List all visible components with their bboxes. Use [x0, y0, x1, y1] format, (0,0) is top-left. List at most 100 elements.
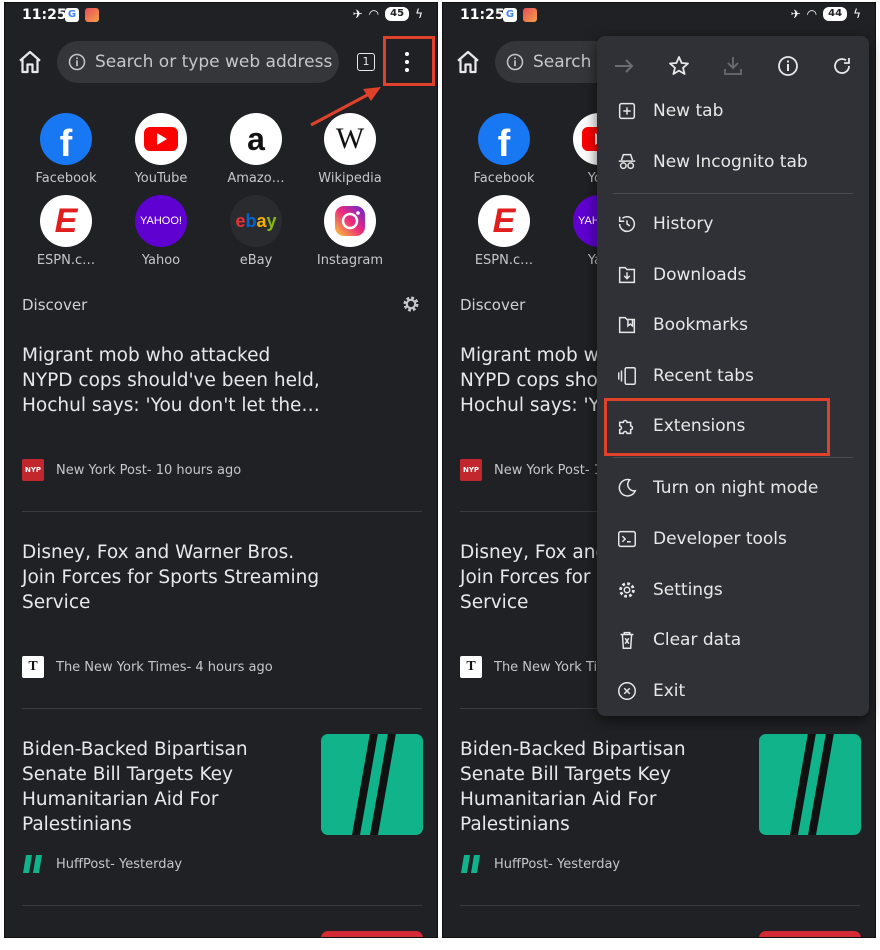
- discover-settings-icon[interactable]: [401, 294, 421, 314]
- facebook-icon: f: [40, 113, 92, 165]
- app-notification-icon: [85, 8, 99, 22]
- shortcut-label: Facebook: [35, 171, 97, 186]
- browser-screen-left: 11:25 G ✈ ◠ 45 ϟ Search or type web addr…: [4, 2, 438, 938]
- menu-item-new-tab[interactable]: New tab: [597, 89, 869, 133]
- shortcut-label: Instagram: [316, 253, 384, 268]
- extensions-highlight-box: [604, 398, 830, 456]
- star-icon[interactable]: [667, 54, 691, 78]
- espn-icon: E: [478, 195, 530, 247]
- article-headline: Biden-Backed Bipartisan Senate Bill Targ…: [460, 739, 686, 835]
- downloads-icon: [618, 266, 636, 284]
- menu-item-label: Downloads: [653, 265, 747, 285]
- history-icon: [618, 215, 635, 233]
- charging-icon: ϟ: [415, 7, 423, 21]
- battery-icon: 44: [823, 7, 848, 21]
- menu-divider: [613, 193, 853, 194]
- info-icon: [506, 53, 524, 71]
- menu-item-clear-data[interactable]: Clear data: [597, 618, 869, 662]
- wifi-icon: ◠: [806, 7, 818, 21]
- reload-icon[interactable]: [830, 54, 854, 78]
- next-article-thumbnail[interactable]: [321, 931, 423, 937]
- exit-icon: [618, 682, 636, 700]
- wifi-icon: ◠: [368, 7, 380, 21]
- app-notification-icon: [523, 8, 537, 22]
- shortcut-facebook[interactable]: f Facebook: [459, 113, 549, 186]
- menu-item-history[interactable]: History: [597, 202, 869, 246]
- incognito-icon: [618, 153, 636, 170]
- article-time: - 10 hours ago: [146, 462, 242, 478]
- menu-item-label: Developer tools: [653, 529, 787, 549]
- recent-tabs-icon: [618, 367, 636, 385]
- new-york-post-icon: NYP: [460, 459, 482, 481]
- shortcut-label: Amazo…: [227, 171, 285, 186]
- menu-action-bar: [597, 44, 869, 90]
- google-notification-icon: G: [503, 8, 517, 22]
- info-icon: [68, 53, 86, 71]
- info-icon[interactable]: [776, 54, 800, 78]
- article-card[interactable]: Disney, Fox and Warner Bros. Join Forces…: [22, 540, 422, 615]
- shortcut-youtube[interactable]: YouTube: [116, 113, 206, 186]
- article-time: - Yesterday: [110, 856, 183, 872]
- download-icon[interactable]: [721, 54, 745, 78]
- tab-switcher-button[interactable]: 1: [357, 53, 375, 71]
- menu-item-label: Clear data: [653, 630, 742, 650]
- menu-item-settings[interactable]: Settings: [597, 568, 869, 612]
- article-thumbnail[interactable]: [321, 734, 423, 835]
- article-headline: Biden-Backed Bipartisan Senate Bill Targ…: [22, 739, 248, 835]
- article-source: HuffPost: [494, 856, 549, 872]
- status-bar: 11:25 G ✈ ◠ 44 ϟ: [443, 3, 875, 29]
- menu-item-developer-tools[interactable]: Developer tools: [597, 517, 869, 561]
- shortcut-instagram[interactable]: Instagram: [305, 195, 395, 268]
- article-headline: Migrant mob who attacked NYPD cops shoul…: [22, 345, 320, 416]
- search-input[interactable]: Search or type web address: [57, 41, 339, 83]
- menu-item-new-incognito-tab[interactable]: New Incognito tab: [597, 140, 869, 184]
- article-source: The New York Times: [56, 659, 187, 675]
- yahoo-icon: YAHOO!: [135, 195, 187, 247]
- divider: [22, 511, 422, 512]
- menu-item-bookmarks[interactable]: Bookmarks: [597, 303, 869, 347]
- status-time: 11:25: [460, 7, 505, 23]
- article-time: - 4 hours ago: [186, 659, 273, 675]
- article-headline: Disney, Fox and Warner Bros. Join Forces…: [22, 542, 320, 613]
- ebay-icon: ebay: [230, 195, 282, 247]
- shortcut-espn[interactable]: E ESPN.c…: [21, 195, 111, 268]
- menu-item-label: Bookmarks: [653, 315, 748, 335]
- menu-item-night-mode[interactable]: Turn on night mode: [597, 466, 869, 510]
- menu-highlight-box: [383, 36, 435, 86]
- status-icons: ✈ ◠ 45 ϟ: [353, 7, 423, 21]
- charging-icon: ϟ: [853, 7, 861, 21]
- new-york-times-icon: T: [22, 656, 44, 678]
- menu-item-recent-tabs[interactable]: Recent tabs: [597, 354, 869, 398]
- menu-item-downloads[interactable]: Downloads: [597, 253, 869, 297]
- menu-item-label: Settings: [653, 580, 723, 600]
- shortcut-label: eBay: [239, 253, 273, 268]
- battery-icon: 45: [385, 7, 410, 21]
- toolbar: Search or type web address 1: [5, 39, 437, 85]
- status-bar: 11:25 G ✈ ◠ 45 ϟ: [5, 3, 437, 29]
- status-time: 11:25: [22, 7, 67, 23]
- shortcut-label: YouTube: [134, 171, 188, 186]
- search-placeholder: Search or type web address: [95, 52, 333, 72]
- shortcut-espn[interactable]: E ESPN.c…: [459, 195, 549, 268]
- yahoo-logo-text: YAHOO!: [140, 215, 182, 227]
- article-source: HuffPost: [56, 856, 111, 872]
- forward-icon[interactable]: [612, 54, 636, 78]
- shortcut-wikipedia[interactable]: W Wikipedia: [305, 113, 395, 186]
- shortcut-amazon[interactable]: a Amazo…: [211, 113, 301, 186]
- article-thumbnail[interactable]: [759, 734, 861, 835]
- shortcut-label: Wikipedia: [318, 171, 382, 186]
- shortcut-yahoo[interactable]: YAHOO! Yahoo: [116, 195, 206, 268]
- clear-data-icon: [620, 631, 634, 649]
- article-card[interactable]: Migrant mob who attacked NYPD cops shoul…: [22, 343, 422, 418]
- shortcut-facebook[interactable]: f Facebook: [21, 113, 111, 186]
- menu-item-exit[interactable]: Exit: [597, 669, 869, 713]
- home-icon[interactable]: [15, 47, 45, 77]
- shortcut-ebay[interactable]: ebay eBay: [211, 195, 301, 268]
- home-icon[interactable]: [453, 47, 483, 77]
- article-source: New York Post: [56, 462, 147, 478]
- youtube-icon: [135, 113, 187, 165]
- next-article-thumbnail[interactable]: [759, 931, 861, 937]
- status-icons: ✈ ◠ 44 ϟ: [791, 7, 861, 21]
- new-york-times-icon: T: [460, 656, 482, 678]
- menu-item-label: Turn on night mode: [653, 478, 819, 498]
